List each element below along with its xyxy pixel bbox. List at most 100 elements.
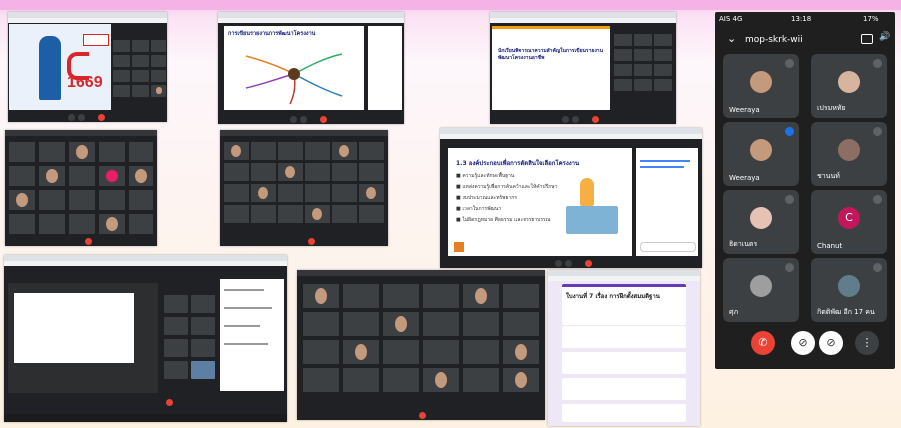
participant-video	[750, 275, 772, 298]
clock: 13:18	[791, 15, 812, 23]
participant-tile	[654, 79, 672, 91]
screenshot-meet-classroom	[4, 255, 287, 422]
participant-video	[838, 71, 860, 94]
browser-tabs	[297, 270, 545, 276]
participant-grid	[224, 142, 384, 223]
participant-tile	[151, 40, 166, 52]
logo-badge	[83, 34, 109, 46]
presenter-figure	[39, 36, 61, 100]
switch-camera-icon[interactable]	[861, 34, 873, 44]
hangup-icon[interactable]	[419, 412, 426, 419]
participant-name: กิตติพัฒ อีก 17 คน	[817, 308, 875, 316]
camera-icon[interactable]	[78, 114, 85, 121]
participant-tile	[164, 339, 188, 357]
illustration-person	[580, 178, 594, 206]
participant-tile	[634, 34, 652, 46]
chat-message-line	[640, 166, 684, 168]
participant-tile	[614, 64, 632, 76]
participant-video	[750, 71, 772, 94]
participant-tile	[132, 55, 149, 67]
mic-off-button[interactable]: ⊘	[819, 331, 843, 355]
chat-side-panel	[368, 26, 402, 110]
chat-input[interactable]	[640, 242, 696, 252]
bullet-item: ■ แหล่งความรู้เพื่อการค้นคว้าและให้คำปรึ…	[456, 184, 558, 190]
mic-icon[interactable]	[290, 116, 297, 123]
participant-tile	[634, 49, 652, 61]
bullet-text: เวลาในการพัฒนา	[462, 206, 502, 212]
camera-icon[interactable]	[300, 116, 307, 123]
slide-title: 1.3 องค์ประกอบเพื่อการตัดสินใจเลือกโครงง…	[456, 160, 580, 167]
bullet-item: ■ ไม่ผิดกฎหมาย ศีลธรรม และจรรยาบรรณ	[456, 217, 551, 223]
hangup-icon[interactable]	[320, 116, 327, 123]
screenshot-google-form: ใบงานที่ 7 เรื่อง การฝึกตั้งสมมติฐาน	[548, 270, 700, 426]
chat-message-line	[224, 343, 268, 345]
bullet-list: ■ ความรู้และทักษะพื้นฐาน ■ แหล่งความรู้เ…	[456, 172, 557, 227]
camera-off-button[interactable]: ⊘	[791, 331, 815, 355]
hangup-button[interactable]: ✆	[751, 331, 775, 355]
screenshot-meet-slide: นักเรียนพิจารณาความสำคัญในการเขียนรายงาน…	[490, 12, 676, 124]
mic-off-icon	[873, 127, 882, 136]
participant-video	[838, 275, 860, 298]
initial-avatar: C	[838, 207, 860, 230]
bullet-item: ■ งบประมาณและทรัพยากร	[456, 195, 517, 201]
mic-icon[interactable]	[562, 116, 569, 123]
status-bar: AIS 4G 13:18 17%	[715, 12, 895, 26]
participant-name: ศุภ	[729, 308, 739, 316]
participant-tile	[191, 361, 215, 379]
meeting-code[interactable]: mop-skrk-wii	[745, 35, 803, 45]
slide-title: นักเรียนพิจารณาความสำคัญในการเขียนรายงาน…	[498, 48, 604, 61]
default-avatar	[750, 207, 772, 230]
chat-message-line	[640, 160, 690, 162]
form-question-card	[562, 326, 686, 348]
more-options-button[interactable]: ⋮	[855, 331, 879, 355]
participant-tile	[151, 85, 166, 97]
speaker-icon[interactable]: 🔊	[879, 32, 890, 42]
participant-name: ธิดาเนตร	[729, 240, 758, 248]
participant-tile	[113, 70, 130, 82]
screenshot-meet-gallery	[297, 270, 545, 420]
participant-tile	[634, 64, 652, 76]
camera-icon[interactable]	[565, 260, 572, 267]
form-header-card: ใบงานที่ 7 เรื่อง การฝึกตั้งสมมติฐาน	[562, 284, 686, 325]
hangup-icon[interactable]	[98, 114, 105, 121]
participant-tile	[164, 295, 188, 313]
participant-tile	[113, 55, 130, 67]
mobile-meet-screenshot: AIS 4G 13:18 17% ⌄ mop-skrk-wii 🔊 Weeray…	[715, 12, 895, 369]
meet-control-bar	[220, 237, 388, 246]
chevron-down-icon[interactable]: ⌄	[727, 32, 736, 45]
mic-icon[interactable]	[555, 260, 562, 267]
participant-video	[750, 139, 772, 162]
slide-accent-bar	[492, 26, 610, 29]
participant-grid	[9, 142, 153, 234]
participant-name: Weeraya	[729, 106, 760, 114]
participant-tile: C Chanut	[811, 190, 887, 254]
participant-tile	[191, 339, 215, 357]
bullet-text: งบประมาณและทรัพยากร	[462, 195, 517, 201]
participant-tile	[654, 34, 672, 46]
participant-tile: กิตติพัฒ อีก 17 คน	[811, 258, 887, 322]
hangup-icon[interactable]	[85, 238, 92, 245]
address-bar	[8, 18, 167, 23]
form-question-card	[562, 352, 686, 374]
camera-icon[interactable]	[572, 116, 579, 123]
participant-name: Weeraya	[729, 174, 760, 182]
address-bar	[218, 18, 404, 23]
hangup-icon[interactable]	[166, 399, 173, 406]
taskbar	[4, 414, 287, 422]
hangup-icon[interactable]	[308, 238, 315, 245]
presentation-slide: นักเรียนพิจารณาความสำคัญในการเขียนรายงาน…	[492, 26, 610, 110]
participant-video	[838, 139, 860, 162]
participant-tile: ชานนท์	[811, 122, 887, 186]
mic-off-icon	[873, 263, 882, 272]
mic-icon[interactable]	[68, 114, 75, 121]
meeting-header: ⌄ mop-skrk-wii 🔊	[715, 30, 895, 52]
hangup-icon[interactable]	[585, 260, 592, 267]
participant-tile	[614, 34, 632, 46]
chat-message-line	[224, 325, 260, 327]
hangup-icon[interactable]	[592, 116, 599, 123]
meet-control-bar	[490, 115, 676, 124]
mic-off-icon	[785, 263, 794, 272]
screenshot-meet-mindmap: การเขียนรายงานการพัฒนาโครงงาน	[218, 12, 404, 124]
address-bar	[548, 276, 700, 281]
participant-tile	[634, 79, 652, 91]
